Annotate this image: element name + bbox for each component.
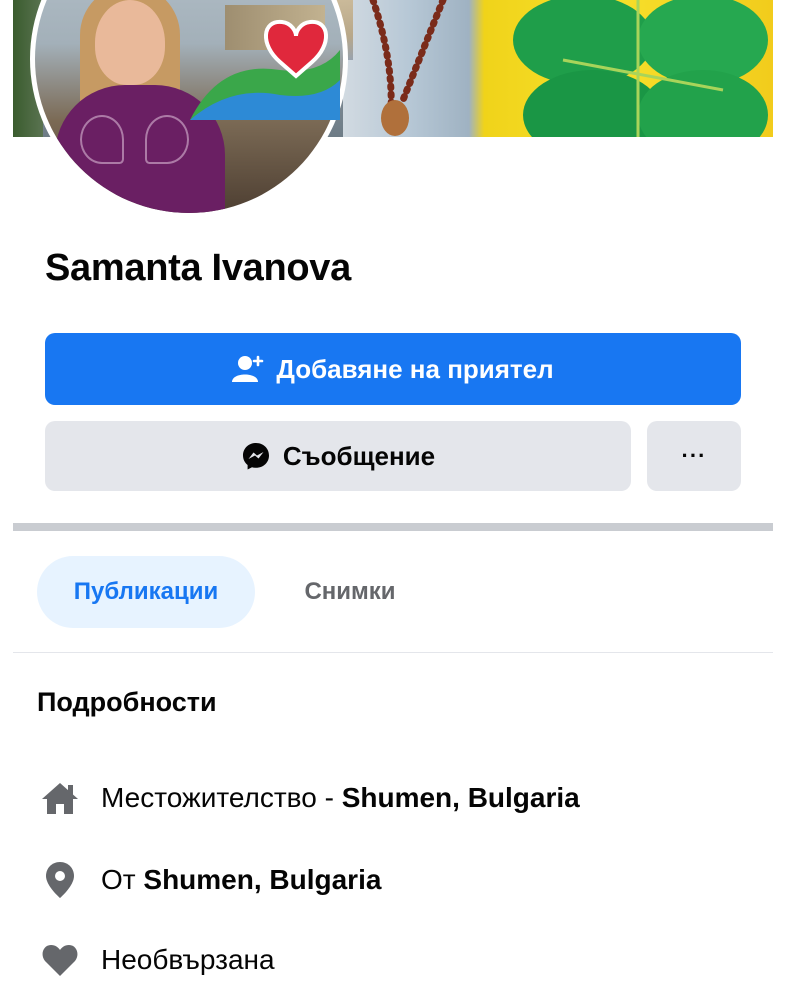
add-friend-button[interactable]: Добавяне на приятел	[45, 333, 741, 405]
home-icon	[37, 778, 83, 818]
tabs-divider	[13, 652, 773, 653]
avatar-face	[95, 0, 165, 85]
add-friend-icon	[232, 355, 264, 383]
heart-icon	[37, 940, 83, 980]
detail-residence: Местожителство - Shumen, Bulgaria	[37, 778, 580, 818]
heart-frame-badge-icon	[190, 19, 340, 120]
detail-hometown-prefix: От	[101, 864, 144, 895]
more-options-button[interactable]: ···	[647, 421, 741, 491]
avatar-shirt-print	[80, 115, 124, 164]
detail-relationship: Необвързана	[37, 940, 275, 980]
detail-residence-value[interactable]: Shumen, Bulgaria	[342, 782, 580, 814]
detail-relationship-value: Необвързана	[101, 944, 275, 975]
detail-hometown: От Shumen, Bulgaria	[37, 860, 381, 900]
details-title: Подробности	[37, 687, 217, 717]
message-button[interactable]: Съобщение	[45, 421, 631, 491]
detail-hometown-value[interactable]: Shumen, Bulgaria	[143, 864, 381, 896]
cover-photo-clover	[513, 0, 768, 137]
profile-picture-frame[interactable]	[30, 0, 348, 218]
detail-residence-prefix: Местожителство -	[101, 782, 342, 813]
messenger-icon	[241, 441, 271, 471]
location-pin-icon	[37, 860, 83, 900]
tab-posts[interactable]: Публикации	[37, 556, 255, 628]
more-options-icon: ···	[681, 443, 707, 468]
message-label: Съобщение	[282, 440, 436, 471]
avatar-shirt-print	[145, 115, 189, 164]
profile-name: Samanta Ivanova	[45, 247, 351, 289]
add-friend-label: Добавяне на приятел	[276, 353, 554, 384]
cover-photo-beads	[369, 0, 447, 136]
section-divider	[13, 523, 773, 531]
tab-photos[interactable]: Снимки	[270, 556, 430, 628]
